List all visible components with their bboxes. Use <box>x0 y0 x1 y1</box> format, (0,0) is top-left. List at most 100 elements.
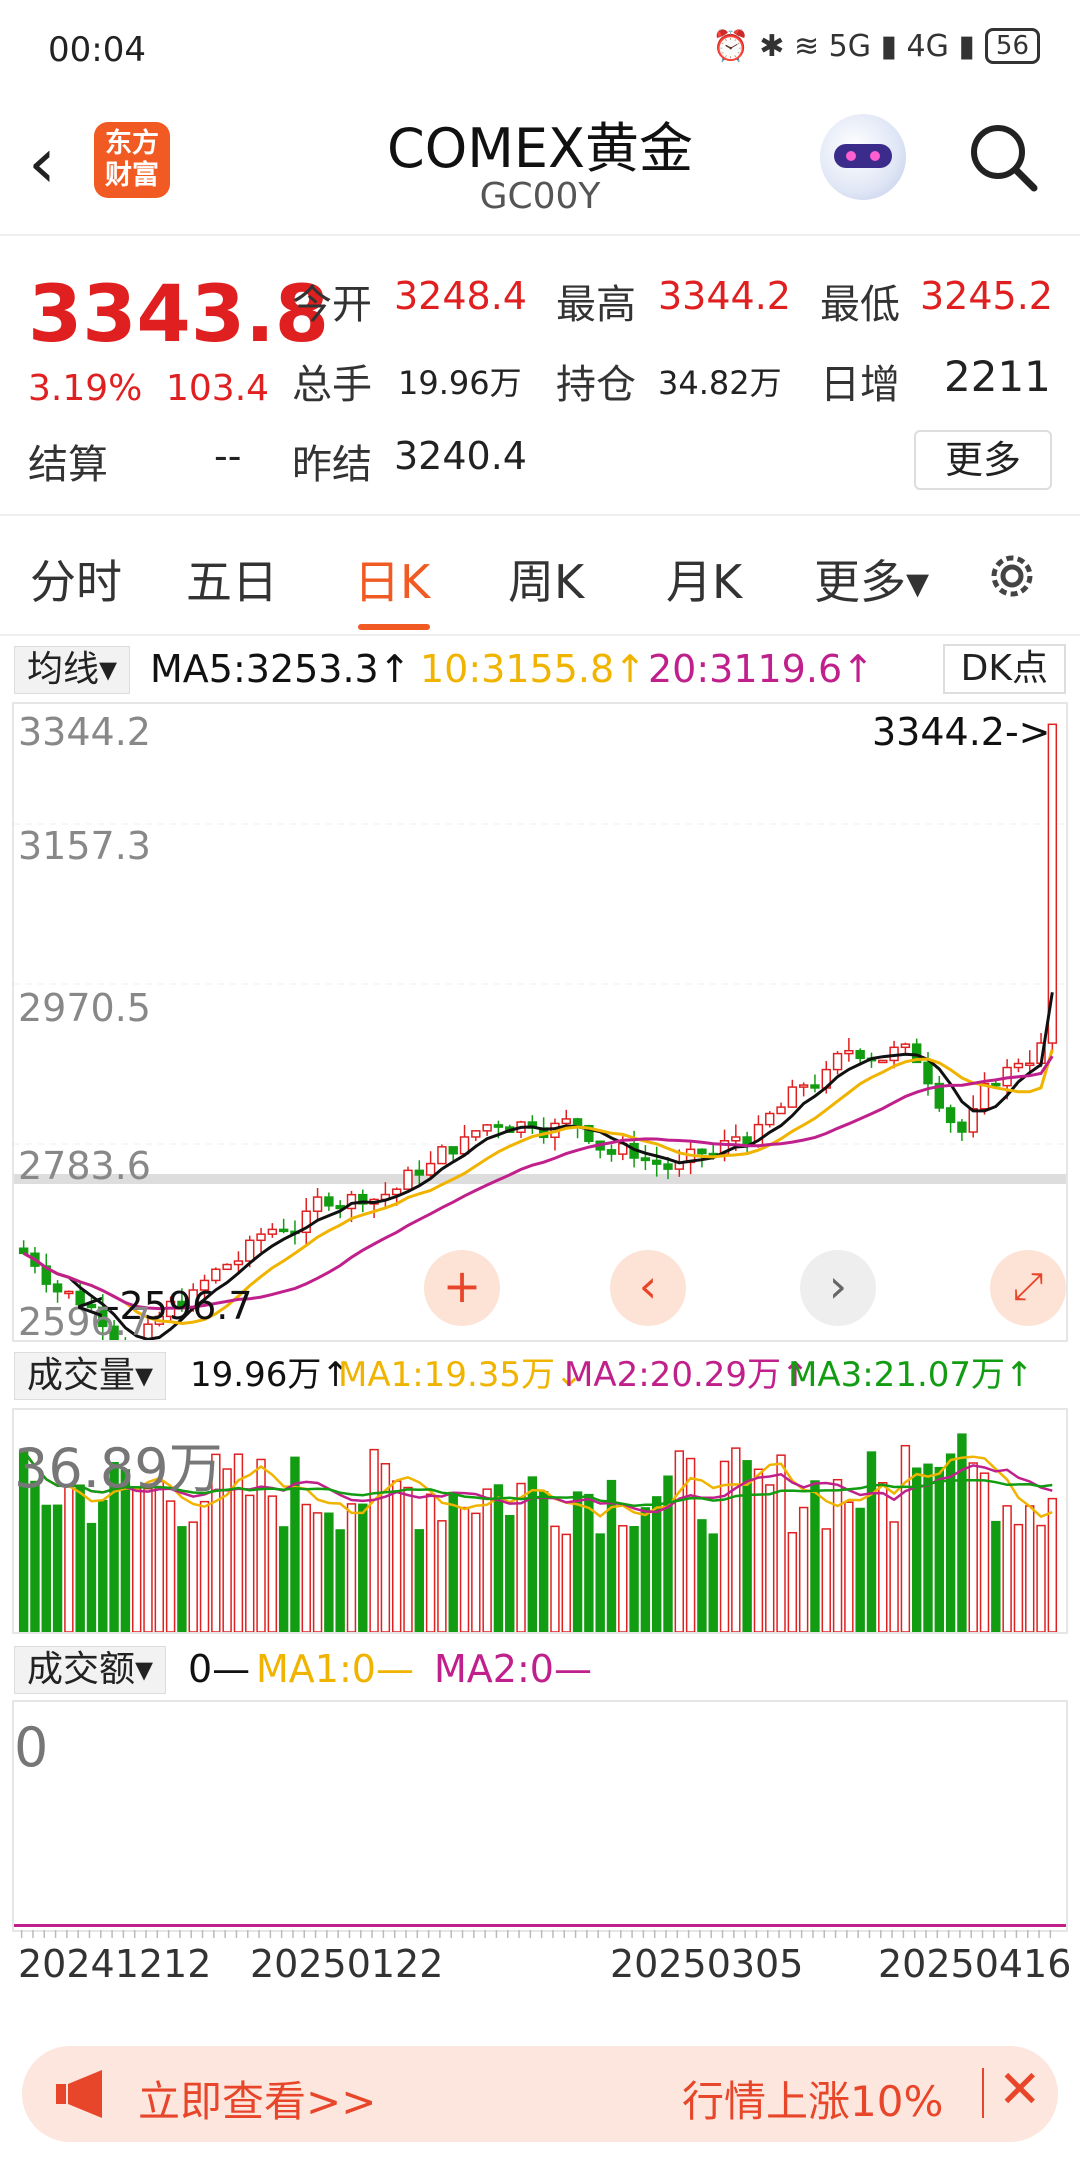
volume-bar <box>267 1495 278 1632</box>
volume-bar <box>561 1533 571 1632</box>
volume-bar <box>697 1519 707 1632</box>
candle-body <box>572 1118 583 1127</box>
tab-five-day[interactable]: 五日 <box>186 546 278 612</box>
kline-chart[interactable]: 3344.2 3157.3 2970.5 2783.6 2596.7 3344.… <box>12 702 1068 1344</box>
candle-body <box>878 1059 888 1064</box>
volume-bar <box>798 1506 809 1632</box>
daily-increase-label: 日增 <box>820 362 900 408</box>
volume-bar <box>1025 1505 1035 1632</box>
more-quote-button[interactable]: 更多 <box>914 430 1052 490</box>
candle-body <box>222 1263 232 1271</box>
gear-icon[interactable] <box>982 546 1042 606</box>
header: ‹ 东方财富 COMEX黄金 GC00Y <box>0 100 1080 236</box>
candle-body <box>1025 1062 1035 1067</box>
volume-bar <box>369 1448 379 1632</box>
status-bar: 00:04 ⏰ ✱ ≋ 5G ▮ 4G ▮ 56 <box>0 0 1080 100</box>
candle-body <box>957 1121 967 1133</box>
volume-bar <box>1047 1497 1058 1632</box>
candle-body <box>810 1084 820 1089</box>
expand-icon[interactable]: ⤢ <box>990 1250 1066 1326</box>
candle-body <box>776 1106 786 1115</box>
scroll-right-button[interactable]: › <box>800 1250 876 1326</box>
indicator-selector[interactable]: 均线▾ <box>14 646 131 694</box>
active-tab-indicator <box>358 624 430 630</box>
candle-body <box>945 1107 956 1124</box>
candle-body <box>640 1157 651 1162</box>
volume-bar <box>30 1480 40 1632</box>
scroll-left-button[interactable]: ‹ <box>610 1250 686 1326</box>
close-icon[interactable]: ✕ <box>998 2060 1042 2120</box>
tab-monthly-k[interactable]: 月K <box>666 546 742 612</box>
high-label: 最高 <box>556 282 636 328</box>
promo-right-text: 行情上涨10% <box>682 2077 944 2126</box>
volume-bar <box>923 1463 933 1632</box>
candle-body <box>765 1112 775 1126</box>
volume-selector[interactable]: 成交量▾ <box>14 1352 167 1400</box>
amount-ma1: MA1:0— <box>256 1647 414 1691</box>
candle-body <box>211 1268 221 1282</box>
candle-body <box>312 1196 323 1212</box>
volume-bar <box>177 1526 187 1632</box>
settle-label: 结算 <box>28 442 108 488</box>
volume-bar <box>640 1507 651 1632</box>
volume-bar <box>878 1481 888 1632</box>
dk-point-button[interactable]: DK点 <box>942 644 1066 694</box>
candle-body <box>731 1136 741 1142</box>
open-label: 今开 <box>292 282 372 328</box>
candle-body <box>482 1124 492 1132</box>
volume-bar <box>41 1504 51 1632</box>
assistant-avatar-icon[interactable] <box>820 114 906 200</box>
candle-body <box>651 1159 662 1165</box>
volume-bar <box>810 1480 820 1632</box>
volume-bar <box>98 1499 108 1632</box>
period-tabs: 分时 五日 日K 周K 月K 更多▾ <box>0 516 1080 636</box>
volume-bar <box>584 1493 594 1632</box>
amount-zero-label: 0 <box>14 1716 49 1779</box>
ma20-value: 20:3119.6↑ <box>648 647 874 691</box>
volume-bar <box>245 1494 255 1632</box>
search-icon[interactable] <box>968 122 1038 192</box>
date-label-1: 20250122 <box>250 1942 444 1986</box>
volume-bar <box>403 1486 413 1632</box>
kline-svg <box>14 723 1066 1340</box>
volume-bar <box>358 1503 368 1632</box>
volume-bar <box>75 1484 85 1632</box>
promo-banner[interactable]: 立即查看>> 行情上涨10% ✕ <box>22 2046 1058 2142</box>
volume-bar <box>832 1478 843 1632</box>
candle-body <box>471 1130 481 1138</box>
volume-bar <box>301 1503 311 1632</box>
candle-body <box>561 1118 571 1125</box>
volume-bar <box>731 1447 741 1632</box>
last-price: 3343.8 <box>28 270 329 360</box>
candle-body <box>324 1196 334 1207</box>
volume-bar <box>188 1521 198 1632</box>
volume-bar <box>572 1491 583 1632</box>
zoom-in-button[interactable]: + <box>424 1250 500 1326</box>
volume-bar <box>459 1506 470 1632</box>
candle-body <box>844 1049 854 1055</box>
low-value: 3245.2 <box>920 274 1053 318</box>
amount-chart[interactable]: 0 <box>12 1700 1068 1932</box>
volume-bar <box>1013 1523 1024 1632</box>
tab-daily-k[interactable]: 日K <box>354 546 430 612</box>
amount-legend-row: 成交额▾ 0— MA1:0— MA2:0— <box>0 1638 1080 1700</box>
robot-visor <box>834 144 892 168</box>
ma-legend-row: 均线▾ MA5:3253.3↑ 10:3155.8↑ 20:3119.6↑ DK… <box>0 638 1080 700</box>
tab-more[interactable]: 更多▾ <box>814 546 929 612</box>
volume-chart[interactable]: 36.89万 <box>12 1408 1068 1634</box>
low-label: 最低 <box>820 282 900 328</box>
volume-bar <box>131 1487 142 1632</box>
volume-bar <box>516 1482 526 1632</box>
tab-weekly-k[interactable]: 周K <box>508 546 584 612</box>
volume-bar <box>742 1460 752 1632</box>
amount-selector[interactable]: 成交额▾ <box>14 1646 167 1694</box>
tab-intraday[interactable]: 分时 <box>30 546 122 612</box>
volume-bar <box>414 1529 425 1632</box>
promo-left-text: 立即查看>> <box>138 2077 377 2126</box>
status-time: 00:04 <box>48 30 146 70</box>
high-marker: 3344.2-> <box>872 710 1051 754</box>
volume-bar <box>324 1512 334 1632</box>
instrument-code: GC00Y <box>479 176 601 217</box>
candle-body <box>606 1149 617 1155</box>
candle-body <box>233 1260 244 1266</box>
